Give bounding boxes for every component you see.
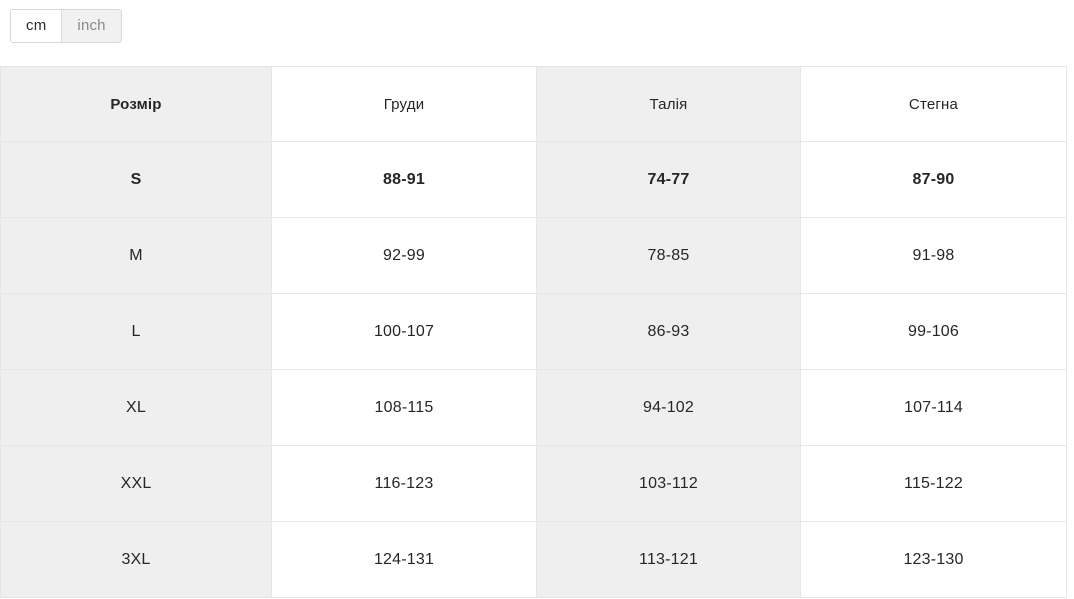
size-chart-head: Розмір Груди Талія Стегна bbox=[0, 66, 1067, 142]
table-row[interactable]: XXL 116-123 103-112 115-122 bbox=[0, 445, 1067, 522]
cell-chest: 92-99 bbox=[271, 217, 537, 294]
cell-waist: 113-121 bbox=[536, 521, 801, 598]
cell-hips: 107-114 bbox=[800, 369, 1067, 446]
cell-size: S bbox=[0, 141, 272, 218]
table-row[interactable]: S 88-91 74-77 87-90 bbox=[0, 141, 1067, 218]
cell-hips: 91-98 bbox=[800, 217, 1067, 294]
cell-waist: 94-102 bbox=[536, 369, 801, 446]
cell-waist: 78-85 bbox=[536, 217, 801, 294]
cell-waist: 86-93 bbox=[536, 293, 801, 370]
header-hips: Стегна bbox=[800, 66, 1067, 142]
size-chart-container: Розмір Груди Талія Стегна S 88-91 74-77 … bbox=[0, 66, 1067, 598]
cell-chest: 124-131 bbox=[271, 521, 537, 598]
cell-chest: 116-123 bbox=[271, 445, 537, 522]
cell-chest: 108-115 bbox=[271, 369, 537, 446]
unit-cm-button[interactable]: cm bbox=[11, 10, 62, 42]
unit-inch-button[interactable]: inch bbox=[61, 10, 121, 42]
header-waist: Талія bbox=[536, 66, 801, 142]
cell-hips: 87-90 bbox=[800, 141, 1067, 218]
header-chest: Груди bbox=[271, 66, 537, 142]
cell-size: XXL bbox=[0, 445, 272, 522]
cell-size: XL bbox=[0, 369, 272, 446]
table-row[interactable]: M 92-99 78-85 91-98 bbox=[0, 217, 1067, 294]
cell-size: M bbox=[0, 217, 272, 294]
cell-size: 3XL bbox=[0, 521, 272, 598]
cell-hips: 123-130 bbox=[800, 521, 1067, 598]
size-chart-table: Розмір Груди Талія Стегна S 88-91 74-77 … bbox=[0, 66, 1067, 598]
cell-chest: 100-107 bbox=[271, 293, 537, 370]
cell-hips: 99-106 bbox=[800, 293, 1067, 370]
header-size: Розмір bbox=[0, 66, 272, 142]
table-row[interactable]: XL 108-115 94-102 107-114 bbox=[0, 369, 1067, 446]
unit-toggle[interactable]: cm inch bbox=[10, 9, 122, 43]
table-row[interactable]: L 100-107 86-93 99-106 bbox=[0, 293, 1067, 370]
table-row[interactable]: 3XL 124-131 113-121 123-130 bbox=[0, 521, 1067, 598]
cell-size: L bbox=[0, 293, 272, 370]
cell-waist: 74-77 bbox=[536, 141, 801, 218]
table-header-row: Розмір Груди Талія Стегна bbox=[0, 66, 1067, 142]
cell-chest: 88-91 bbox=[271, 141, 537, 218]
cell-waist: 103-112 bbox=[536, 445, 801, 522]
cell-hips: 115-122 bbox=[800, 445, 1067, 522]
size-chart-body: S 88-91 74-77 87-90 M 92-99 78-85 91-98 … bbox=[0, 141, 1067, 598]
